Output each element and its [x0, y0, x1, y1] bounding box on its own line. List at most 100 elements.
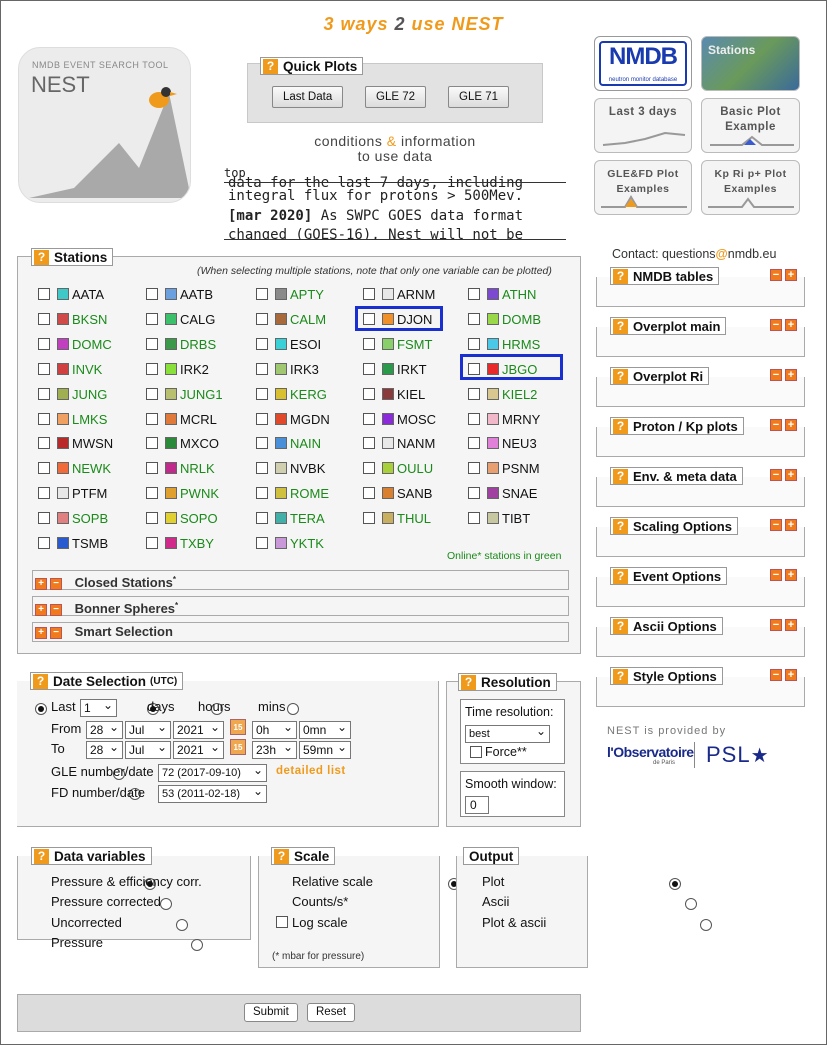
last-radio[interactable]: [35, 702, 47, 715]
station-item[interactable]: NAIN: [256, 435, 321, 451]
collapse-icon[interactable]: −: [770, 619, 782, 631]
station-checkbox[interactable]: [468, 388, 480, 400]
station-checkbox[interactable]: [38, 462, 50, 474]
station-checkbox[interactable]: [146, 363, 158, 375]
force-checkbox[interactable]: [470, 746, 482, 758]
news-top-link[interactable]: top: [224, 166, 246, 180]
smooth-window-input[interactable]: 0: [465, 796, 489, 814]
station-checkbox[interactable]: [146, 313, 158, 325]
collapse-icon[interactable]: −: [770, 419, 782, 431]
to-year-select[interactable]: 2021: [173, 739, 224, 759]
station-item[interactable]: APTY: [256, 286, 324, 302]
help-icon[interactable]: ?: [613, 568, 628, 584]
expand-icon[interactable]: +: [35, 626, 47, 639]
fd-select[interactable]: 53 (2011-02-18): [158, 783, 267, 803]
station-checkbox[interactable]: [146, 338, 158, 350]
station-checkbox[interactable]: [38, 388, 50, 400]
right-panel[interactable]: ? Scaling Options − +: [596, 517, 805, 557]
help-icon[interactable]: ?: [613, 518, 628, 534]
gle72-button[interactable]: GLE 72: [365, 86, 426, 108]
station-item[interactable]: IRK3: [256, 361, 319, 377]
detailed-list-link[interactable]: detailed list: [276, 765, 346, 777]
station-item[interactable]: MXCO: [146, 435, 219, 451]
time-resolution-select[interactable]: best: [465, 723, 550, 743]
expand-icon[interactable]: +: [785, 419, 797, 431]
station-item[interactable]: AATA: [38, 286, 104, 302]
reset-button[interactable]: Reset: [307, 1003, 356, 1022]
station-item[interactable]: TERA: [256, 510, 325, 526]
station-item[interactable]: MCRL: [146, 411, 217, 427]
log-scale-checkbox[interactable]: [276, 916, 288, 928]
station-checkbox[interactable]: [146, 462, 158, 474]
station-checkbox[interactable]: [468, 338, 480, 350]
station-item[interactable]: MWSN: [38, 435, 113, 451]
station-checkbox[interactable]: [468, 413, 480, 425]
station-checkbox[interactable]: [38, 338, 50, 350]
last-data-button[interactable]: Last Data: [272, 86, 344, 108]
station-item[interactable]: ROME: [256, 485, 329, 501]
contact-line[interactable]: Contact: questions@nmdb.eu: [612, 247, 776, 261]
station-item[interactable]: YKTK: [256, 535, 324, 551]
collapse-icon[interactable]: −: [770, 369, 782, 381]
station-checkbox[interactable]: [363, 462, 375, 474]
station-item[interactable]: ESOI: [256, 336, 321, 352]
station-checkbox[interactable]: [256, 512, 268, 524]
from-day-select[interactable]: 28: [86, 719, 123, 739]
nmdb-logo-tile[interactable]: NMDB neutron monitor database: [594, 36, 692, 91]
from-min-select[interactable]: 0mn: [299, 719, 351, 739]
expand-icon[interactable]: +: [785, 519, 797, 531]
station-item[interactable]: IRKT: [363, 361, 427, 377]
expand-icon[interactable]: +: [785, 269, 797, 281]
station-checkbox[interactable]: [38, 363, 50, 375]
station-checkbox[interactable]: [38, 313, 50, 325]
station-item[interactable]: KIEL2: [468, 386, 537, 402]
from-calendar-icon[interactable]: 15: [230, 719, 246, 735]
stations-map-tile[interactable]: Stations: [701, 36, 800, 91]
right-panel[interactable]: ? NMDB tables − +: [596, 267, 805, 307]
station-item[interactable]: NANM: [363, 435, 435, 451]
station-checkbox[interactable]: [256, 437, 268, 449]
mins-radio[interactable]: [286, 702, 299, 715]
help-icon[interactable]: ?: [263, 58, 278, 74]
help-icon[interactable]: ?: [461, 674, 476, 690]
station-item[interactable]: TIBT: [468, 510, 530, 526]
expand-icon[interactable]: +: [785, 619, 797, 631]
station-checkbox[interactable]: [363, 388, 375, 400]
station-item[interactable]: MOSC: [363, 411, 436, 427]
collapse-icon[interactable]: −: [770, 669, 782, 681]
station-checkbox[interactable]: [256, 313, 268, 325]
station-item[interactable]: IRK2: [146, 361, 209, 377]
to-min-select[interactable]: 59mn: [299, 739, 351, 759]
station-checkbox[interactable]: [146, 437, 158, 449]
station-item[interactable]: LMKS: [38, 411, 107, 427]
station-checkbox[interactable]: [38, 437, 50, 449]
to-month-select[interactable]: Jul: [125, 739, 171, 759]
station-item[interactable]: MRNY: [468, 411, 540, 427]
submit-button[interactable]: Submit: [244, 1003, 298, 1022]
station-checkbox[interactable]: [38, 288, 50, 300]
station-item[interactable]: PSNM: [468, 460, 540, 476]
station-checkbox[interactable]: [256, 363, 268, 375]
station-checkbox[interactable]: [468, 487, 480, 499]
help-icon[interactable]: ?: [33, 673, 48, 689]
station-checkbox[interactable]: [146, 413, 158, 425]
station-item[interactable]: ARNM: [363, 286, 435, 302]
observatoire-logo[interactable]: l'Observatoire de Paris: [607, 740, 694, 772]
expand-icon[interactable]: +: [35, 577, 47, 590]
help-icon[interactable]: ?: [34, 848, 49, 864]
from-year-select[interactable]: 2021: [173, 719, 224, 739]
uncorrected-radio[interactable]: [175, 918, 188, 931]
basic-plot-tile[interactable]: Basic Plot Example: [701, 98, 800, 153]
last-count-select[interactable]: 1: [80, 697, 117, 717]
expand-icon[interactable]: +: [785, 369, 797, 381]
gle-select[interactable]: 72 (2017-09-10): [158, 762, 267, 782]
station-checkbox[interactable]: [363, 487, 375, 499]
nest-logo[interactable]: NMDB EVENT SEARCH TOOL NEST: [18, 47, 191, 203]
station-item[interactable]: NEU3: [468, 435, 537, 451]
station-item[interactable]: INVK: [38, 361, 102, 377]
station-checkbox[interactable]: [146, 288, 158, 300]
station-item[interactable]: KIEL: [363, 386, 425, 402]
station-checkbox[interactable]: [256, 537, 268, 549]
collapse-icon[interactable]: −: [50, 603, 62, 616]
station-checkbox[interactable]: [363, 413, 375, 425]
